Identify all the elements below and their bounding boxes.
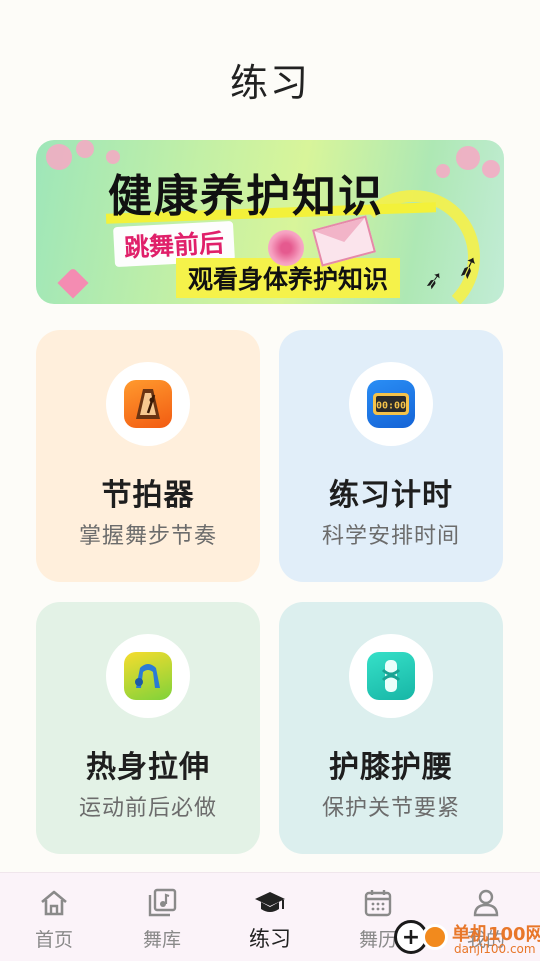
card-title: 节拍器: [101, 478, 195, 513]
icon-circle: [106, 362, 190, 446]
tab-label: 舞库: [142, 929, 181, 951]
tab-practice[interactable]: 练习: [216, 873, 324, 961]
heart-icon: [57, 267, 89, 299]
practice-timer-card[interactable]: 00:00 练习计时 科学安排时间: [279, 330, 503, 582]
icon-circle: 00:00: [349, 362, 433, 446]
banner-headline: 健康养护知识: [108, 171, 384, 222]
svg-text:00:00: 00:00: [376, 401, 406, 412]
tab-home[interactable]: 首页: [0, 873, 108, 961]
blossom-decoration: [482, 160, 500, 178]
knee-waist-protection-card[interactable]: 护膝护腰 保护关节要紧: [279, 602, 503, 854]
music-library-icon: [148, 888, 177, 917]
watermark-logo: [422, 924, 448, 950]
watermark-url: danji100.com: [454, 942, 536, 956]
user-icon: [473, 889, 499, 917]
card-subtitle: 保护关节要紧: [321, 796, 460, 821]
health-knowledge-banner[interactable]: 健康养护知识 跳舞前后 观看身体养护知识 ➶ ➶: [36, 140, 504, 304]
card-subtitle: 掌握舞步节奏: [78, 524, 217, 549]
tab-label: 练习: [249, 927, 291, 951]
blossom-decoration: [76, 140, 94, 158]
site-watermark: + 单机100网 danji100.com: [392, 918, 540, 960]
icon-circle: [106, 634, 190, 718]
card-title: 练习计时: [329, 478, 453, 513]
tab-label: 首页: [34, 929, 73, 951]
flower-icon: [268, 230, 304, 266]
page-title: 练习: [229, 61, 310, 105]
timer-icon: 00:00: [367, 380, 415, 428]
warmup-stretch-card[interactable]: 热身拉伸 运动前后必做: [36, 602, 260, 854]
blossom-decoration: [456, 146, 480, 170]
icon-circle: [349, 634, 433, 718]
graduation-cap-icon: [255, 892, 285, 912]
home-icon: [41, 890, 67, 916]
tab-dance-library[interactable]: 舞库: [108, 873, 216, 961]
blossom-decoration: [436, 164, 450, 178]
card-subtitle: 科学安排时间: [321, 524, 460, 549]
card-subtitle: 运动前后必做: [78, 796, 217, 821]
metronome-icon: [124, 380, 172, 428]
blossom-decoration: [46, 144, 72, 170]
metronome-card[interactable]: 节拍器 掌握舞步节奏: [36, 330, 260, 582]
stretch-icon: [124, 652, 172, 700]
card-title: 护膝护腰: [329, 750, 453, 785]
calendar-icon: [364, 890, 392, 917]
card-title: 热身拉伸: [86, 750, 210, 785]
knee-icon: [367, 652, 415, 700]
